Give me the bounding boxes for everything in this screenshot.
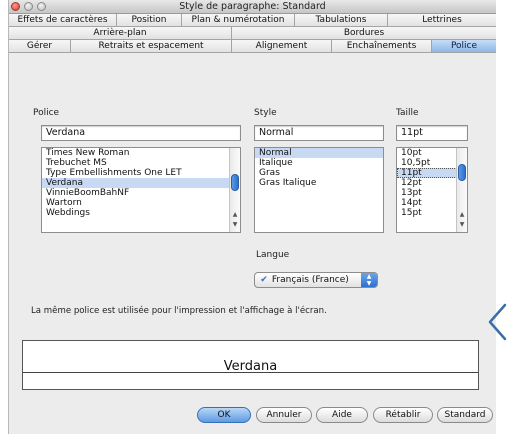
font-list-item[interactable]: Verdana [42,178,240,188]
font-list-item[interactable]: Wartorn [42,198,240,208]
ok-button[interactable]: OK [197,407,251,423]
tab-lettrines[interactable]: Lettrines [388,14,496,26]
tab-plan-numerotation[interactable]: Plan & numérotation [182,14,295,26]
popup-stepper-icon[interactable]: ▲ ▼ [361,273,377,287]
size-scroll-thumb[interactable] [458,164,466,181]
tab-row-2: Arrière-plan Bordures [9,27,496,40]
style-label: Style [254,108,277,118]
scroll-up-arrow-icon[interactable]: ▲ [457,211,467,218]
tab-row-1: Effets de caractères Position Plan & num… [9,14,496,27]
cancel-button[interactable]: Annuler [256,407,312,423]
font-list-scrollbar[interactable]: ▲ ▼ [229,148,240,232]
tab-row-3: Gérer Retraits et espacement Alignement … [9,40,496,53]
font-usage-info: La même police est utilisée pour l'impre… [31,306,327,316]
tab-bordures[interactable]: Bordures [232,27,496,39]
title-bar: Style de paragraphe: Standard [9,0,496,14]
style-list-item[interactable]: Gras Italique [255,178,383,188]
chevron-left-icon[interactable] [487,302,507,342]
language-label: Langue [256,250,290,260]
scroll-down-arrow-icon[interactable]: ▼ [230,221,240,228]
font-preview-box: Verdana [22,340,479,390]
reset-button[interactable]: Rétablir [373,407,433,423]
window-title: Style de paragraphe: Standard [179,1,326,12]
language-popup[interactable]: ✔ Français (France) ▲ ▼ [254,272,378,288]
font-list-item[interactable]: Times New Roman [42,148,240,158]
standard-button[interactable]: Standard [437,407,493,423]
style-list-item[interactable]: Italique [255,158,383,168]
tab-enchainements[interactable]: Enchaînements [332,40,432,52]
font-list[interactable]: Times New Roman Trebuchet MS Type Embellis… [41,147,241,233]
style-list[interactable]: Normal Italique Gras Gras Italique [254,147,384,233]
font-scroll-thumb[interactable] [231,174,239,191]
tab-position[interactable]: Position [117,14,182,26]
font-list-item[interactable]: Trebuchet MS [42,158,240,168]
style-input[interactable]: Normal [254,125,384,141]
tab-gerer[interactable]: Gérer [9,40,71,52]
tab-alignement[interactable]: Alignement [232,40,332,52]
font-list-item[interactable]: Type Embellishments One LET [42,168,240,178]
size-list-scrollbar[interactable]: ▲ ▼ [456,148,467,232]
font-list-item[interactable]: Webdings [42,208,240,218]
spellcheck-flag-icon: ✔ [260,275,268,285]
scroll-up-arrow-icon[interactable]: ▲ [230,211,240,218]
tab-tabulations[interactable]: Tabulations [295,14,388,26]
preview-text: Verdana [223,359,278,374]
style-list-item[interactable]: Normal [255,148,383,158]
scroll-down-arrow-icon[interactable]: ▼ [457,221,467,228]
tab-effets-caracteres[interactable]: Effets de caractères [9,14,117,26]
tab-police[interactable]: Police [432,40,496,52]
help-button[interactable]: Aide [316,407,368,423]
size-list[interactable]: 10pt 10,5pt 11pt 12pt 13pt 14pt 15pt ▲ ▼ [396,147,468,233]
language-value: Français (France) [271,275,349,285]
tab-arriere-plan[interactable]: Arrière-plan [9,27,232,39]
font-label: Police [33,108,60,118]
font-list-item[interactable]: VinnieBoomBahNF [42,188,240,198]
tab-retraits-espacement[interactable]: Retraits et espacement [71,40,232,52]
style-list-item[interactable]: Gras [255,168,383,178]
size-label: Taille [396,108,419,118]
size-input[interactable]: 11pt [396,125,468,141]
font-name-input[interactable]: Verdana [41,125,241,141]
